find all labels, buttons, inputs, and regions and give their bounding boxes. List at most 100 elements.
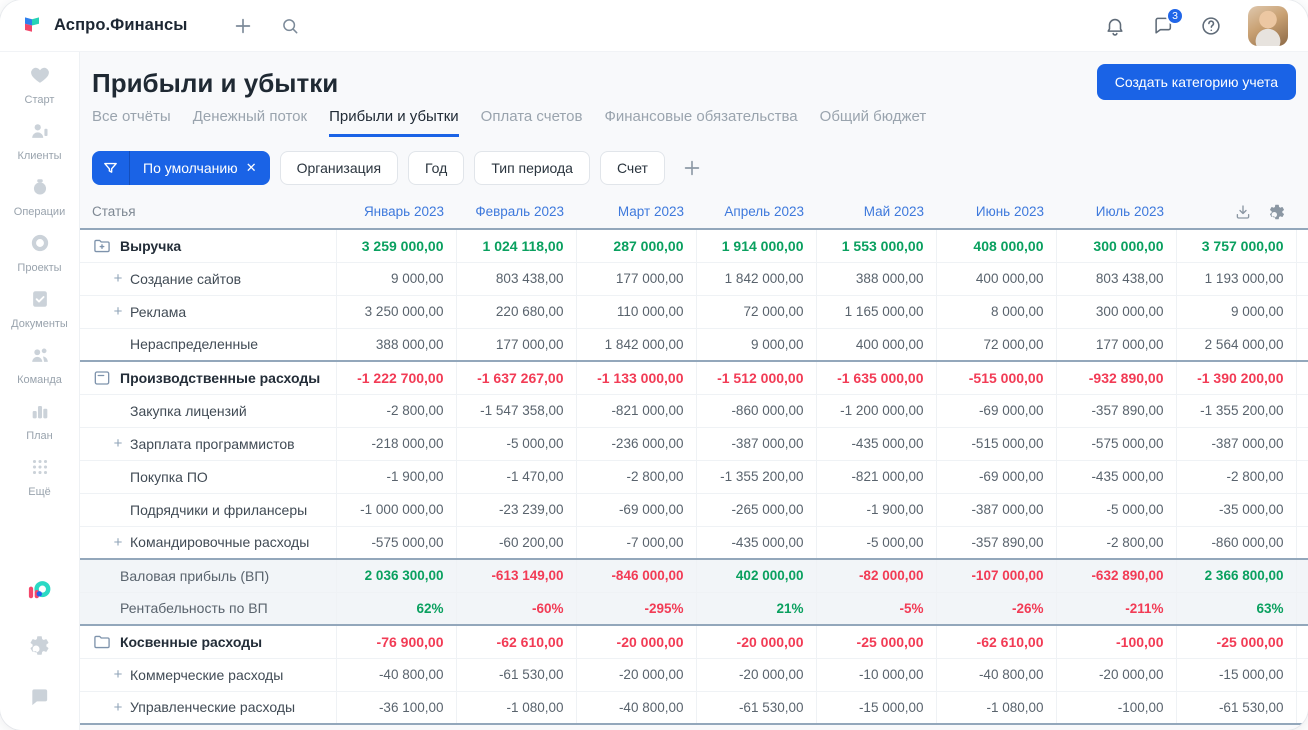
sidebar-item-plan[interactable]: План xyxy=(4,400,76,442)
row-label-cell[interactable]: + Командировочные расходы xyxy=(80,526,336,560)
folder-icon[interactable] xyxy=(92,632,112,652)
cell-value: -613 149,00 xyxy=(455,558,576,593)
filter-chip-period-type[interactable]: Тип периода xyxy=(474,151,590,185)
unread-count-badge: 3 xyxy=(1166,6,1184,25)
row-label-cell[interactable]: Рентабельность по ВП xyxy=(80,592,336,626)
aspro-cloud-logo[interactable] xyxy=(26,578,53,610)
cell-value: 388 000,00 xyxy=(815,262,936,296)
table-settings-gear-icon[interactable] xyxy=(1268,203,1286,221)
row-label-cell[interactable]: Производственные расходы xyxy=(80,360,336,395)
row-label: Производственные расходы xyxy=(120,369,321,386)
row-label-cell[interactable]: Покупка ПО xyxy=(80,460,336,494)
category-lines-icon[interactable] xyxy=(92,368,112,388)
cell-value: -295% xyxy=(575,592,696,626)
sidebar-item-start[interactable]: Старт xyxy=(4,64,76,106)
messages-icon[interactable]: 3 xyxy=(1152,6,1184,37)
sidebar-item-operations[interactable]: Операции xyxy=(4,176,76,218)
expand-plus-icon[interactable]: + xyxy=(112,666,124,683)
table-row: Рентабельность по ВП 62% -60% -295% 21% -5% -2… xyxy=(80,592,1308,626)
table-row: Покупка ПО -1 900,00 -1 470,00 -2 800,00 -1 … xyxy=(80,460,1308,494)
row-label: Подрядчики и фрилансеры xyxy=(130,501,308,518)
cell-value: 400 000,00 xyxy=(815,328,936,362)
row-label-cell[interactable]: Валовая прибыль (ВП) xyxy=(80,558,336,593)
table-row: Валовая прибыль (ВП) 2 036 300,00 -613 149… xyxy=(80,558,1308,593)
user-avatar[interactable] xyxy=(1248,5,1288,46)
sidebar-item-clients[interactable]: Клиенты xyxy=(4,120,76,162)
tab-cash-flow[interactable]: Денежный поток xyxy=(193,108,307,137)
cell-value: 1 842 000,00 xyxy=(575,328,696,362)
sidebar-item-more[interactable]: Ещё xyxy=(4,456,76,498)
cell-value: 72 000,00 xyxy=(695,295,816,329)
create-category-button[interactable]: Создать категорию учета xyxy=(1096,64,1296,100)
cell-value: 388 000,00 xyxy=(335,328,456,362)
row-label-cell[interactable]: Подрядчики и фрилансеры xyxy=(80,493,336,527)
row-label-cell[interactable]: + Коммерческие расходы xyxy=(80,658,336,692)
cell-value: -1 470,00 xyxy=(455,460,576,494)
cell-value: -435 000,00 xyxy=(1055,460,1176,494)
tab-profit-loss[interactable]: Прибыли и убытки xyxy=(329,108,459,137)
create-plus-icon[interactable] xyxy=(232,15,254,37)
sidebar-item-projects[interactable]: Проекты xyxy=(4,232,76,274)
cell-value: -575 000,00 xyxy=(1055,427,1176,461)
notifications-bell-icon[interactable] xyxy=(1104,15,1126,37)
filter-funnel-icon[interactable] xyxy=(92,151,130,185)
expand-plus-icon[interactable]: + xyxy=(112,303,124,320)
table-row: + Коммерческие расходы -40 800,00 -61 530,0… xyxy=(80,658,1308,692)
cell-value: -76 900,00 xyxy=(335,624,456,659)
cell-value: -25 000,00 xyxy=(1175,624,1296,659)
filter-chip-account[interactable]: Счет xyxy=(599,151,665,185)
row-label-cell[interactable]: + Управленческие расходы xyxy=(80,691,336,725)
table-row: Косвенные расходы -76 900,00 -62 610,00 -20… xyxy=(80,624,1308,659)
row-label-cell[interactable]: + Создание сайтов xyxy=(80,262,336,296)
column-header-month[interactable]: Июль 2023 xyxy=(1056,195,1176,229)
expand-plus-icon[interactable]: + xyxy=(112,270,124,287)
cell-value: 9 000,00 xyxy=(1175,295,1296,329)
expand-plus-icon[interactable]: + xyxy=(112,534,124,551)
cell-value: -575 000,00 xyxy=(335,526,456,560)
cell-value: -387 000,00 xyxy=(935,493,1056,527)
tab-all-reports[interactable]: Все отчёты xyxy=(92,108,171,137)
row-label-cell[interactable]: Косвенные расходы xyxy=(80,624,336,659)
remove-filter-icon[interactable]: ✕ xyxy=(246,151,270,185)
expand-plus-icon[interactable]: + xyxy=(112,435,124,452)
help-icon[interactable] xyxy=(1200,15,1222,37)
cell-value: -932 890,00 xyxy=(1055,360,1176,395)
row-label-cell[interactable]: Нераспределенные xyxy=(80,328,336,362)
folder-plus-icon[interactable] xyxy=(92,236,112,256)
row-label-cell[interactable]: Закупка лицензий xyxy=(80,394,336,428)
sidebar-item-team[interactable]: Команда xyxy=(4,344,76,386)
column-header-month[interactable]: Январь 2023 xyxy=(336,195,456,229)
tab-financial-obligations[interactable]: Финансовые обязательства xyxy=(604,108,797,137)
column-header-month[interactable]: Март 2023 xyxy=(576,195,696,229)
cell-value: -1 512 000,00 xyxy=(695,360,816,395)
download-icon[interactable] xyxy=(1234,203,1252,221)
settings-gear-icon[interactable] xyxy=(28,634,51,662)
row-label-cell[interactable]: Выручка xyxy=(80,228,336,263)
cell-value: 2 564 000,00 xyxy=(1175,328,1296,362)
column-header-month[interactable]: Май 2023 xyxy=(816,195,936,229)
search-icon[interactable] xyxy=(280,16,300,36)
support-chat-icon[interactable] xyxy=(28,686,51,714)
row-label-cell[interactable]: + Зарплата программистов xyxy=(80,427,336,461)
column-header-month[interactable]: Апрель 2023 xyxy=(696,195,816,229)
column-header-month[interactable]: Февраль 2023 xyxy=(456,195,576,229)
row-label-cell[interactable]: + Реклама xyxy=(80,295,336,329)
clients-icon xyxy=(29,120,51,147)
row-spacer xyxy=(1295,592,1308,626)
add-filter-icon[interactable] xyxy=(681,157,703,179)
tab-total-budget[interactable]: Общий бюджет xyxy=(820,108,927,137)
row-spacer xyxy=(1295,394,1308,428)
filter-chip-year[interactable]: Год xyxy=(408,151,465,185)
filter-chip-organization[interactable]: Организация xyxy=(279,151,399,185)
expand-plus-icon[interactable]: + xyxy=(112,699,124,716)
cell-value: -23 239,00 xyxy=(455,493,576,527)
tab-invoice-payment[interactable]: Оплата счетов xyxy=(481,108,583,137)
cell-value: -61 530,00 xyxy=(1175,691,1296,725)
sidebar-item-documents[interactable]: Документы xyxy=(4,288,76,330)
default-filter-chip[interactable]: По умолчанию ✕ xyxy=(92,151,270,185)
cell-value: -82 000,00 xyxy=(815,558,936,593)
table-row: Нераспределенные 388 000,00 177 000,00 1 84… xyxy=(80,328,1308,362)
column-header-month[interactable]: Июнь 2023 xyxy=(936,195,1056,229)
cell-value: -1 133 000,00 xyxy=(575,360,696,395)
cell-value: 1 024 118,00 xyxy=(455,228,576,263)
